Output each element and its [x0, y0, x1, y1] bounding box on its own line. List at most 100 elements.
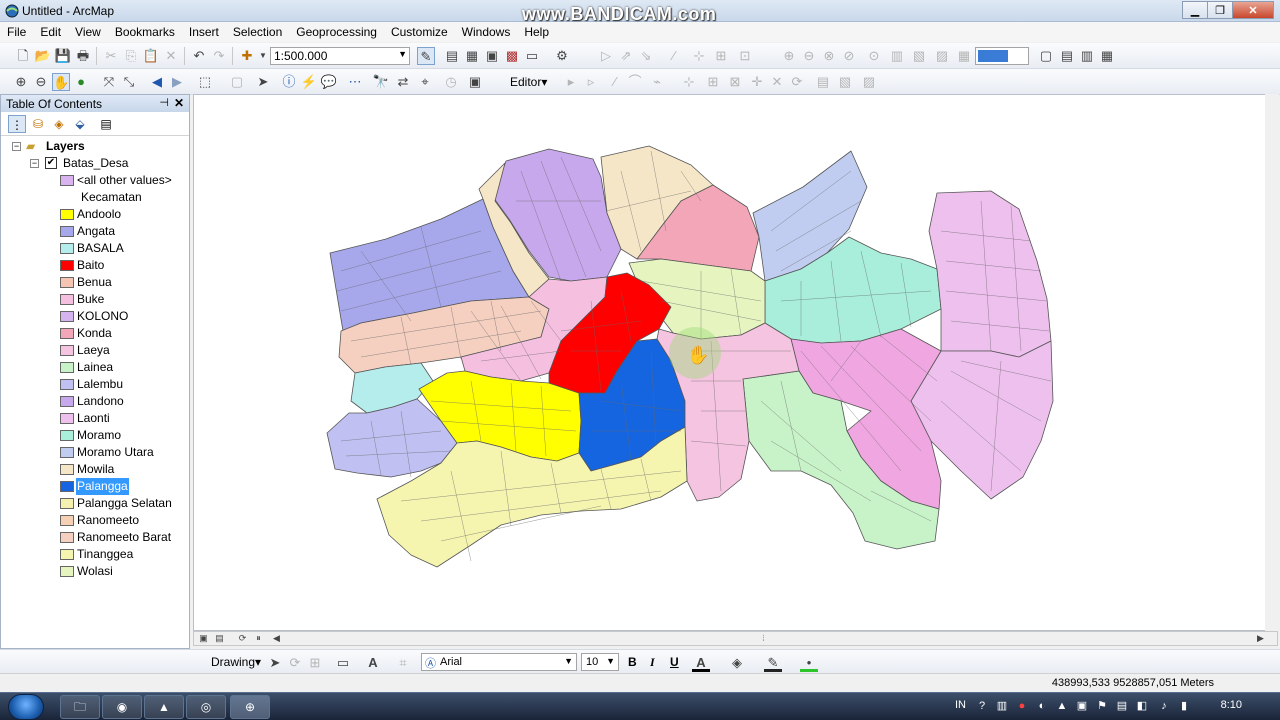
legend-item[interactable]: Tinanggea	[1, 546, 189, 563]
arcmap-taskbar-icon[interactable]: ⊕	[230, 695, 270, 719]
layers-root-row[interactable]: − ▰ Layers	[1, 138, 189, 155]
autocad-taskbar-icon[interactable]: ▲	[144, 695, 184, 719]
legend-swatch[interactable]	[60, 447, 74, 458]
map-horizontal-scrollbar[interactable]: ▣ ▤ ⟳ ⏸ ◀ ⦙ ▶	[193, 631, 1278, 646]
edit-annotation-icon[interactable]: ▹	[582, 73, 600, 91]
legend-item[interactable]: Angata	[1, 223, 189, 240]
cut-polygons-icon[interactable]: ⊠	[726, 73, 744, 91]
legend-item[interactable]: Andoolo	[1, 206, 189, 223]
legend-swatch[interactable]	[60, 566, 74, 577]
collapse-icon[interactable]: −	[30, 159, 39, 168]
save-icon[interactable]: 💾	[54, 47, 72, 65]
fill-color-icon[interactable]: ◈	[728, 654, 746, 672]
scroll-right-icon[interactable]: ▶	[1254, 633, 1267, 644]
tray-icon-generic-3[interactable]: ▣	[1075, 699, 1089, 713]
legend-swatch[interactable]	[60, 379, 74, 390]
route-icon[interactable]: ⇄	[394, 73, 412, 91]
pan-hand-icon[interactable]: ✋	[52, 73, 70, 91]
legend-item[interactable]: Moramo Utara	[1, 444, 189, 461]
editor-toolbar-icon[interactable]: ✎	[417, 47, 435, 65]
layer-visibility-checkbox[interactable]: ✔	[45, 157, 57, 169]
legend-item[interactable]: Ranomeeto Barat	[1, 529, 189, 546]
menu-edit[interactable]: Edit	[33, 22, 68, 42]
text-tool-icon[interactable]: A	[364, 654, 382, 672]
find-icon[interactable]: 🔭	[372, 73, 390, 91]
layout-tool-icon-1[interactable]: ▤	[1058, 47, 1076, 65]
list-by-visibility-icon[interactable]: ◈	[50, 115, 68, 133]
legend-swatch[interactable]	[60, 260, 74, 271]
layout-icon-2[interactable]: ⊖	[800, 47, 818, 65]
start-button[interactable]	[8, 694, 44, 720]
topology-icon-3[interactable]: ⊞	[712, 47, 730, 65]
select-elements-icon[interactable]: ➤	[266, 654, 284, 672]
legend-swatch[interactable]	[60, 532, 74, 543]
georef-icon-3[interactable]: ⇘	[637, 47, 655, 65]
identify-icon[interactable]: ⓘ	[280, 73, 298, 91]
legend-item[interactable]: Konda	[1, 325, 189, 342]
list-by-selection-icon[interactable]: ⬙	[71, 115, 89, 133]
html-popup-icon[interactable]: 💬	[320, 73, 338, 91]
legend-swatch[interactable]	[60, 396, 74, 407]
legend-swatch[interactable]	[60, 277, 74, 288]
layer-row-batas-desa[interactable]: − ✔ Batas_Desa	[1, 155, 189, 172]
legend-item[interactable]: Laonti	[1, 410, 189, 427]
edit-tool-icon[interactable]: ▸	[562, 73, 580, 91]
forward-extent-icon[interactable]: ▶	[168, 73, 186, 91]
edit-vertices-icon[interactable]: ⊹	[680, 73, 698, 91]
zoom-in-icon[interactable]: ⊕	[12, 73, 30, 91]
redo-icon[interactable]: ↷	[210, 47, 228, 65]
sketch-props-icon[interactable]: ▤	[814, 73, 832, 91]
explorer-taskbar-icon[interactable]: 🗀	[60, 695, 100, 719]
pin-icon[interactable]: ⊣	[159, 96, 169, 109]
menu-selection[interactable]: Selection	[226, 22, 289, 42]
tray-icon-generic-6[interactable]: ◧	[1135, 699, 1149, 713]
full-extent-icon[interactable]: ●	[72, 73, 90, 91]
menu-insert[interactable]: Insert	[182, 22, 226, 42]
model-builder-icon[interactable]: ⚙	[553, 47, 571, 65]
legend-item[interactable]: Baito	[1, 257, 189, 274]
topology-icon-1[interactable]: ⁄	[665, 47, 683, 65]
legend-swatch[interactable]	[60, 209, 74, 220]
page-layout-icon[interactable]: ▢	[1037, 47, 1055, 65]
italic-button[interactable]: I	[650, 655, 655, 670]
map-canvas[interactable]: ✋	[194, 95, 1278, 631]
collapse-icon[interactable]: −	[12, 142, 21, 151]
legend-item[interactable]: Benua	[1, 274, 189, 291]
menu-customize[interactable]: Customize	[384, 22, 455, 42]
menu-windows[interactable]: Windows	[455, 22, 518, 42]
language-indicator[interactable]: IN	[955, 699, 966, 711]
split-icon[interactable]: ✛	[748, 73, 766, 91]
topology-icon-4[interactable]: ⊡	[736, 47, 754, 65]
menu-bookmarks[interactable]: Bookmarks	[108, 22, 182, 42]
attributes-icon[interactable]: ⟳	[788, 73, 806, 91]
editor-menu-button[interactable]: Editor▾	[510, 73, 547, 91]
drawing-menu-button[interactable]: Drawing▾	[211, 655, 261, 669]
restore-button[interactable]: ❐	[1207, 1, 1233, 19]
help-icon[interactable]: ?	[975, 699, 989, 713]
map-region-laonti-north[interactable]	[928, 190, 1052, 358]
legend-swatch[interactable]	[60, 430, 74, 441]
legend-item[interactable]: KOLONO	[1, 308, 189, 325]
georef-icon-1[interactable]: ▷	[597, 47, 615, 65]
layout-tool-icon-2[interactable]: ▥	[1078, 47, 1096, 65]
font-color-icon[interactable]: A	[692, 654, 710, 672]
python-window-icon[interactable]: ▭	[523, 47, 541, 65]
legend-swatch[interactable]	[60, 464, 74, 475]
pause-drawing-icon[interactable]: ⏸	[252, 633, 265, 644]
layout-icon-3[interactable]: ⊗	[820, 47, 838, 65]
legend-item[interactable]: BASALA	[1, 240, 189, 257]
menu-file[interactable]: File	[0, 22, 33, 42]
go-to-xy-icon[interactable]: ⌖	[416, 73, 434, 91]
layout-icon-7[interactable]: ▧	[910, 47, 928, 65]
legend-item[interactable]: Ranomeeto	[1, 512, 189, 529]
new-icon[interactable]: 🗋	[14, 47, 32, 65]
tray-icon-generic-5[interactable]: ▤	[1115, 699, 1129, 713]
fixed-zoom-out-icon[interactable]: ⤡	[120, 73, 138, 91]
layout-icon-1[interactable]: ⊕	[780, 47, 798, 65]
zoom-whole-page-icon[interactable]: ⊞	[306, 654, 324, 672]
chrome-taskbar-icon[interactable]: ◎	[186, 695, 226, 719]
scroll-left-icon[interactable]: ◀	[270, 633, 283, 644]
undo-icon[interactable]: ↶	[190, 47, 208, 65]
legend-item[interactable]: Mowila	[1, 461, 189, 478]
close-icon[interactable]: ✕	[174, 96, 184, 110]
